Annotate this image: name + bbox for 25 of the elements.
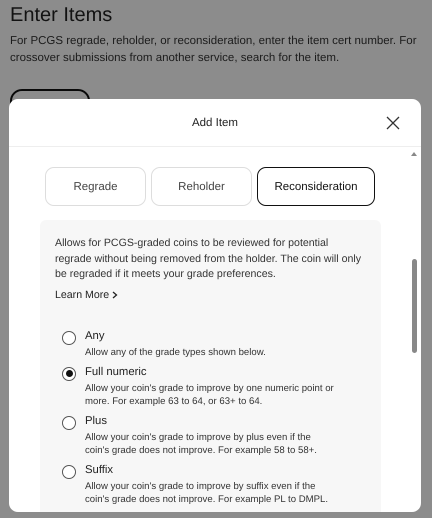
close-button[interactable] — [385, 115, 401, 131]
scroll-thumb[interactable] — [412, 259, 416, 353]
radio-button[interactable] — [62, 464, 76, 478]
option-label: Suffix — [85, 464, 114, 476]
radio-button[interactable] — [62, 416, 76, 430]
option-description: Allow any of the grade types shown below. — [85, 346, 267, 358]
chevron-icon — [112, 290, 118, 298]
close-icon — [385, 115, 401, 131]
option-description: Allow your coin's grade to improve by plus even if the coin's grade does not improve. For example 58 to 58+. — [85, 430, 318, 456]
page-title: Enter Items — [10, 3, 114, 27]
tab[interactable]: Reholder — [151, 167, 252, 206]
option-description: Allow your coin's grade to improve by one numeric point or more. For example 63 to 64, or 63+ to 64. — [85, 382, 335, 408]
info-text: Allows for PCGS-graded coins to be reviewed for potential regrade without being removed from the holder. The coin will only be regraded if it meets your grade preferences. — [55, 236, 362, 282]
radio-button[interactable] — [62, 366, 76, 380]
option-label: Any — [85, 330, 106, 342]
option-label: Plus — [85, 414, 108, 426]
tab[interactable]: Reconsideration — [257, 167, 375, 206]
learn-more-link[interactable]: Learn More — [55, 288, 118, 300]
tab[interactable]: Regrade — [45, 167, 146, 206]
option-label: Full numeric — [85, 366, 148, 378]
radio-button[interactable] — [62, 330, 76, 344]
scroll-up-icon[interactable] — [411, 152, 417, 156]
page-description: For PCGS regrade, reholder, or reconsideration, enter the item cert number. For crossover submissions from another service, search for the item. — [10, 34, 418, 66]
option-description: Allow your coin's grade to improve by suffix even if the coin's grade does not improve. For example PL to DMPL. — [85, 480, 330, 506]
dialog-title: Add Item — [192, 116, 238, 128]
